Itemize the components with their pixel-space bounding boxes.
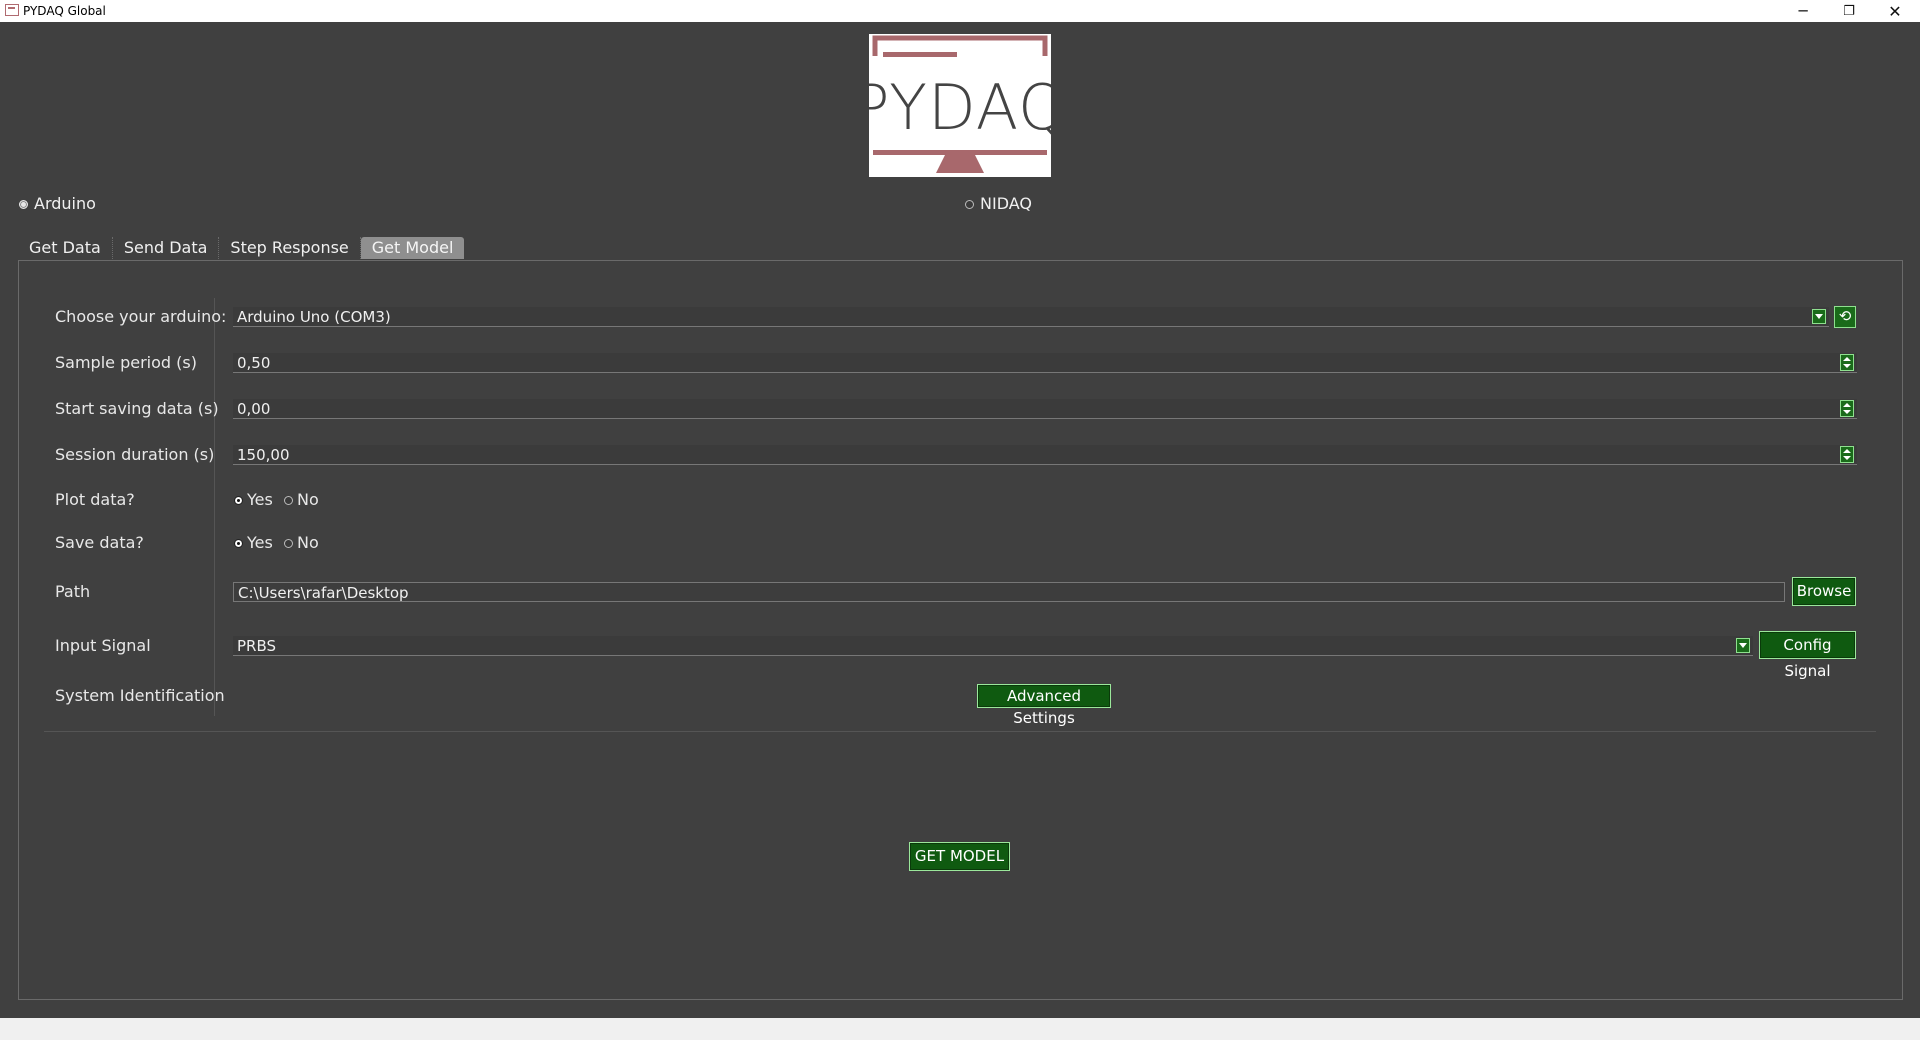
plot-data-yes-label: Yes xyxy=(247,490,273,509)
sample-period-label: Sample period (s) xyxy=(55,353,197,372)
form-divider-vertical xyxy=(214,298,215,716)
arduino-radio-label: Arduino xyxy=(34,194,96,213)
arduino-select[interactable]: Arduino Uno (COM3) xyxy=(233,307,1829,327)
window-title: PYDAQ Global xyxy=(23,4,106,18)
logo-graphic: PYDAQ xyxy=(852,35,1067,173)
start-saving-label: Start saving data (s) xyxy=(55,399,219,418)
plot-data-label: Plot data? xyxy=(55,490,135,509)
path-label: Path xyxy=(55,582,91,601)
path-value: C:\Users\rafar\Desktop xyxy=(238,584,409,602)
session-duration-spinbox[interactable]: 150,00 xyxy=(233,445,1857,465)
tab-step-response[interactable]: Step Response xyxy=(219,237,361,259)
arduino-radio-indicator[interactable] xyxy=(19,199,28,209)
tab-get-model[interactable]: Get Model xyxy=(360,237,465,259)
tab-send-data[interactable]: Send Data xyxy=(112,237,220,259)
nidaq-radio-label: NIDAQ xyxy=(980,194,1032,213)
bottom-strip xyxy=(0,1018,1920,1040)
window-titlebar: PYDAQ Global ─ ❐ ✕ xyxy=(0,0,1920,22)
start-saving-value: 0,00 xyxy=(237,400,271,418)
arduino-label: Choose your arduino: xyxy=(55,307,227,326)
path-input[interactable]: C:\Users\rafar\Desktop xyxy=(233,582,1785,602)
session-duration-value: 150,00 xyxy=(237,446,290,464)
session-duration-stepper-icon[interactable] xyxy=(1840,446,1854,463)
arduino-dropdown-arrow-icon[interactable] xyxy=(1812,309,1826,324)
save-data-yes-label: Yes xyxy=(247,533,273,552)
input-signal-value: PRBS xyxy=(237,637,277,655)
arduino-radio[interactable]: Arduino xyxy=(19,194,96,214)
save-data-yes-radio[interactable]: Yes xyxy=(234,533,273,553)
system-identification-label: System Identification xyxy=(55,686,225,705)
input-signal-label: Input Signal xyxy=(55,636,151,655)
plot-data-no-label: No xyxy=(297,490,319,509)
start-saving-stepper-icon[interactable] xyxy=(1840,400,1854,417)
session-duration-label: Session duration (s) xyxy=(55,445,215,464)
minimize-button[interactable]: ─ xyxy=(1780,0,1826,22)
tab-bar: Get Data Send Data Step Response Get Mod… xyxy=(18,237,465,261)
arduino-select-value: Arduino Uno (COM3) xyxy=(237,308,391,326)
app-icon xyxy=(5,4,19,16)
start-saving-spinbox[interactable]: 0,00 xyxy=(233,399,1857,419)
sample-period-value: 0,50 xyxy=(237,354,271,372)
tab-get-data[interactable]: Get Data xyxy=(18,237,113,259)
maximize-button[interactable]: ❐ xyxy=(1826,0,1872,22)
save-data-no-indicator[interactable] xyxy=(284,538,293,548)
logo-text: PYDAQ xyxy=(869,71,1051,144)
plot-data-yes-indicator[interactable] xyxy=(234,495,243,505)
input-signal-select[interactable]: PRBS xyxy=(233,636,1753,656)
plot-data-yes-radio[interactable]: Yes xyxy=(234,490,273,510)
close-button[interactable]: ✕ xyxy=(1872,0,1918,22)
plot-data-no-indicator[interactable] xyxy=(284,495,293,505)
nidaq-radio[interactable]: NIDAQ xyxy=(965,194,1032,214)
save-data-yes-indicator[interactable] xyxy=(234,538,243,548)
refresh-icon[interactable]: ⟲ xyxy=(1834,306,1856,328)
sample-period-stepper-icon[interactable] xyxy=(1840,354,1854,371)
sample-period-spinbox[interactable]: 0,50 xyxy=(233,353,1857,373)
save-data-no-radio[interactable]: No xyxy=(284,533,319,553)
nidaq-radio-indicator[interactable] xyxy=(965,199,974,209)
config-signal-button[interactable]: Config Signal xyxy=(1759,631,1856,680)
pydaq-logo: PYDAQ xyxy=(852,34,1067,177)
get-model-button[interactable]: GET MODEL xyxy=(909,842,1010,871)
plot-data-no-radio[interactable]: No xyxy=(284,490,319,510)
save-data-label: Save data? xyxy=(55,533,144,552)
browse-button[interactable]: Browse xyxy=(1792,577,1856,606)
save-data-no-label: No xyxy=(297,533,319,552)
input-signal-dropdown-arrow-icon[interactable] xyxy=(1736,638,1750,653)
form-divider-horizontal xyxy=(44,731,1876,732)
advanced-settings-button[interactable]: Advanced Settings xyxy=(977,684,1111,727)
